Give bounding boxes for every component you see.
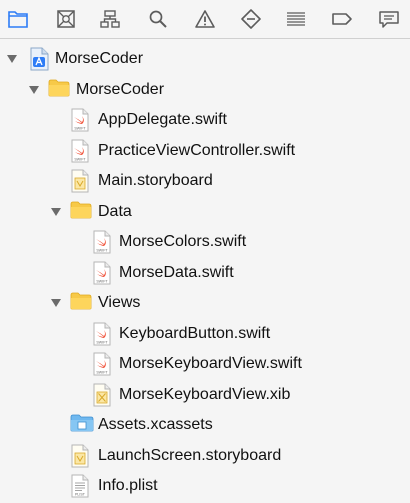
svg-text:SWIFT: SWIFT [96,249,108,253]
tree-row[interactable]: Assets.xcassets [0,410,410,440]
svg-text:SWIFT: SWIFT [96,340,108,344]
disclosure-triangle-icon[interactable] [6,53,18,65]
tree-item-label: KeyboardButton.swift [119,324,271,342]
tree-item-label: Assets.xcassets [98,416,213,433]
tree-item-label: MorseKeyboardView.swift [119,355,302,372]
disclosure-triangle-icon[interactable] [28,84,40,96]
asset-catalog-icon [70,413,94,437]
tree-item-label: Views [98,294,141,311]
tree-item-label: MorseColors.swift [119,233,247,250]
breakpoint-navigator-icon[interactable] [328,5,356,33]
svg-text:SWIFT: SWIFT [74,157,86,161]
folder-icon [48,78,70,102]
swift-file-icon: SWIFT [92,261,114,285]
tree-row[interactable]: PLIST Info.plist [0,471,410,501]
folder-icon [70,200,92,224]
project-navigator-icon[interactable] [4,5,32,33]
tree-item-label: Info.plist [98,477,158,494]
tree-item-label: Main.storyboard [98,172,213,189]
tree-item-label: MorseKeyboardView.xib [119,385,291,403]
swift-file-icon: SWIFT [70,139,92,163]
storyboard-file-icon [70,169,92,193]
navigator-toolbar [0,0,410,39]
tree-row[interactable]: SWIFT AppDelegate.swift [0,105,410,135]
tree-row[interactable]: Main.storyboard [0,166,410,196]
xib-file-icon [92,383,114,407]
source-control-icon[interactable] [52,5,80,33]
tree-item-label: LaunchScreen.storyboard [98,446,282,464]
tree-item-label: MorseData.swift [119,263,234,281]
report-navigator-icon[interactable] [375,5,403,33]
tree-row[interactable]: LaunchScreen.storyboard [0,441,410,471]
swift-file-icon: SWIFT [92,352,114,376]
tree-row[interactable]: SWIFT MorseData.swift [0,258,410,288]
tree-row[interactable]: SWIFT MorseColors.swift [0,227,410,257]
tree-item-label: MorseCoder [55,50,144,67]
swift-file-icon: SWIFT [70,108,92,132]
tree-item-label: MorseCoder [76,80,165,98]
project-icon [28,47,50,71]
symbol-navigator-icon[interactable] [96,5,124,33]
tree-item-label: AppDelegate.swift [98,111,227,128]
svg-text:SWIFT: SWIFT [74,127,86,131]
tree-row[interactable]: Data [0,197,410,227]
tree-row[interactable]: SWIFT KeyboardButton.swift [0,319,410,349]
tree-item-label: PracticeViewController.swift [98,141,296,159]
folder-icon [70,291,92,315]
test-navigator-icon[interactable] [237,5,265,33]
tree-row[interactable]: MorseCoder [0,75,410,105]
swift-file-icon: SWIFT [92,322,114,346]
debug-navigator-icon[interactable] [282,5,310,33]
disclosure-triangle-icon[interactable] [50,297,62,309]
issue-navigator-icon[interactable] [191,5,219,33]
tree-row[interactable]: SWIFT MorseKeyboardView.swift [0,349,410,379]
svg-text:SWIFT: SWIFT [96,279,108,283]
swift-file-icon: SWIFT [92,230,114,254]
svg-text:PLIST: PLIST [75,493,86,497]
find-navigator-icon[interactable] [144,5,172,33]
storyboard-file-icon [70,444,92,468]
plist-file-icon: PLIST [70,474,92,498]
tree-row[interactable]: MorseCoder [0,44,410,74]
disclosure-triangle-icon[interactable] [50,206,62,218]
tree-row[interactable]: Views [0,288,410,318]
tree-row[interactable]: SWIFT PracticeViewController.swift [0,136,410,166]
tree-row[interactable]: MorseKeyboardView.xib [0,380,410,410]
svg-text:SWIFT: SWIFT [96,371,108,375]
tree-item-label: Data [98,202,132,220]
